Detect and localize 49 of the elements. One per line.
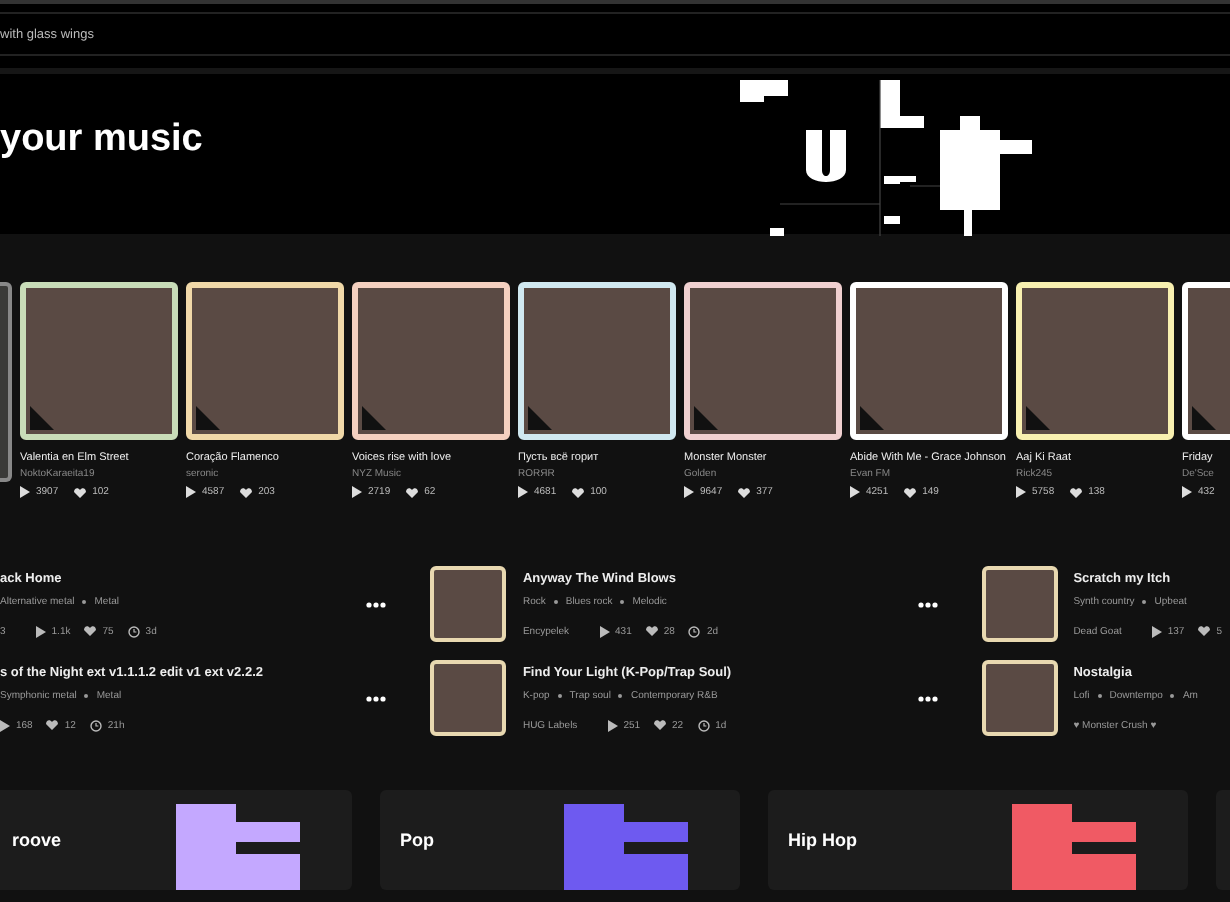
genre-card[interactable]: roove — [0, 790, 352, 890]
heart-icon — [46, 720, 59, 730]
genre-name: roove — [12, 830, 62, 850]
genre-name: Pop — [400, 830, 434, 850]
clock-icon — [688, 625, 701, 637]
play-icon — [518, 486, 528, 498]
more-icon[interactable] — [917, 695, 938, 701]
separator-dot — [620, 599, 625, 603]
separator-dot — [618, 693, 623, 697]
more-icon[interactable] — [366, 601, 387, 607]
heart-icon — [1198, 626, 1211, 636]
separator-dot — [1170, 693, 1175, 697]
play-icon — [0, 719, 10, 731]
play-icon — [35, 625, 46, 637]
heart-icon — [572, 487, 585, 497]
heart-icon — [904, 487, 917, 497]
play-icon — [186, 486, 196, 498]
genre-name: Hip Hop — [788, 830, 857, 850]
heart-icon — [1070, 487, 1083, 497]
heart-icon — [84, 626, 97, 636]
play-icon — [352, 486, 362, 498]
play-icon — [1151, 625, 1162, 637]
genre-card[interactable]: Hip Hop — [768, 790, 1188, 890]
heart-icon — [240, 487, 253, 497]
separator-dot — [1142, 599, 1147, 603]
separator-dot — [557, 693, 562, 697]
play-icon — [1182, 486, 1192, 498]
clock-icon — [697, 719, 710, 731]
heart-icon — [738, 487, 751, 497]
hero-title: your music — [0, 118, 203, 162]
separator-dot — [82, 599, 87, 603]
clock-icon — [127, 625, 140, 637]
more-icon[interactable] — [917, 601, 938, 607]
separator-dot — [84, 693, 89, 697]
clock-icon — [89, 719, 102, 731]
heart-icon — [406, 487, 419, 497]
play-icon — [607, 719, 618, 731]
genre-card[interactable]: Pop — [380, 790, 740, 890]
play-icon — [850, 486, 860, 498]
play-icon — [684, 486, 694, 498]
more-icon[interactable] — [366, 695, 387, 701]
heart-icon — [74, 487, 87, 497]
play-icon — [599, 625, 610, 637]
heart-icon — [654, 720, 667, 730]
separator-dot — [1097, 693, 1102, 697]
play-icon — [1016, 486, 1026, 498]
heart-icon — [645, 626, 658, 636]
separator-dot — [553, 599, 558, 603]
play-icon — [20, 486, 30, 498]
